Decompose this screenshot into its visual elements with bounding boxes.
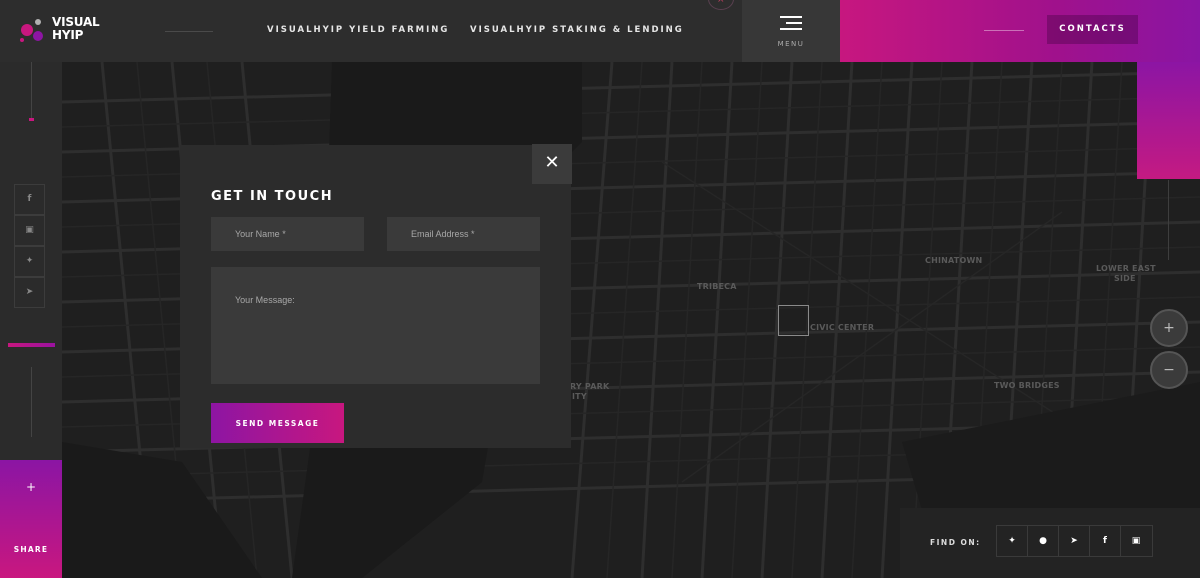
right-gradient-block xyxy=(1137,62,1200,179)
social-links: f ▣ ✦ ➤ xyxy=(14,184,45,308)
telegram-icon: ➤ xyxy=(25,287,34,297)
share-label: SHARE xyxy=(13,545,49,554)
hamburger-icon xyxy=(780,16,802,30)
header-gradient-divider xyxy=(984,30,1024,31)
send-message-button[interactable]: SEND MESSAGE xyxy=(211,403,344,443)
nav-yield-farming[interactable]: VISUALHYIP YIELD FARMING xyxy=(267,25,449,35)
logo[interactable]: VISUAL HYIP xyxy=(18,14,108,48)
modal-title: GET IN TOUCH xyxy=(211,189,334,204)
twitter-icon: ✦ xyxy=(1008,536,1016,546)
minus-icon: − xyxy=(1163,362,1175,378)
find-on-icons: ✦ ● ➤ f ▣ xyxy=(996,525,1153,557)
logo-text: VISUAL HYIP xyxy=(52,16,100,42)
top-close-button[interactable]: × xyxy=(708,0,734,10)
findon-facebook-link[interactable]: f xyxy=(1090,526,1121,556)
facebook-icon: f xyxy=(27,194,32,204)
contact-modal: ✕ GET IN TOUCH SEND MESSAGE xyxy=(180,144,572,448)
sidebar-twitter-link[interactable]: ✦ xyxy=(14,246,45,277)
vk-icon: ▣ xyxy=(25,225,34,235)
menu-button[interactable]: MENU xyxy=(742,0,840,62)
zoom-out-button[interactable]: − xyxy=(1150,351,1188,389)
telegram-icon: ➤ xyxy=(1070,536,1078,546)
map-marker[interactable] xyxy=(778,305,809,336)
plus-icon: + xyxy=(1163,320,1175,336)
share-button[interactable]: + SHARE xyxy=(0,460,62,578)
menu-label: MENU xyxy=(777,40,805,48)
header-gradient xyxy=(840,0,1200,62)
find-on-bar: FIND ON: ✦ ● ➤ f ▣ xyxy=(900,508,1200,578)
close-icon: × xyxy=(717,0,725,5)
map-label-ity: ITY xyxy=(572,392,587,401)
sidebar-telegram-link[interactable]: ➤ xyxy=(14,277,45,308)
sidebar-line-top xyxy=(31,62,32,120)
telegram-circle-icon: ● xyxy=(1039,536,1047,546)
nav-staking-lending[interactable]: VISUALHYIP STAKING & LENDING xyxy=(470,25,684,35)
contacts-button[interactable]: CONTACTS xyxy=(1047,15,1138,44)
sidebar-vk-link[interactable]: ▣ xyxy=(14,215,45,246)
findon-twitter-link[interactable]: ✦ xyxy=(997,526,1028,556)
map-label-civic-center: CIVIC CENTER xyxy=(810,323,875,332)
map-label-lower-east: LOWER EAST xyxy=(1096,264,1156,273)
map-label-chinatown: CHINATOWN xyxy=(925,256,983,265)
zoom-in-button[interactable]: + xyxy=(1150,309,1188,347)
sidebar-facebook-link[interactable]: f xyxy=(14,184,45,215)
right-divider xyxy=(1168,180,1169,260)
header: VISUAL HYIP VISUALHYIP YIELD FARMING VIS… xyxy=(0,0,1200,62)
header-divider xyxy=(165,31,213,32)
email-input[interactable] xyxy=(387,217,540,251)
findon-vk-link[interactable]: ▣ xyxy=(1121,526,1152,556)
facebook-circle-icon: f xyxy=(1103,536,1107,546)
sidebar-line-bottom xyxy=(31,367,32,437)
modal-close-button[interactable]: ✕ xyxy=(532,144,572,184)
sidebar-accent-bar xyxy=(8,343,55,347)
sidebar-indicator xyxy=(29,118,34,121)
map-label-tribeca: TRIBECA xyxy=(697,282,737,291)
twitter-icon: ✦ xyxy=(25,256,34,266)
findon-telegram-circle-link[interactable]: ● xyxy=(1028,526,1059,556)
findon-telegram-link[interactable]: ➤ xyxy=(1059,526,1090,556)
vk-icon: ▣ xyxy=(1131,536,1141,546)
map-label-two-bridges: TWO BRIDGES xyxy=(994,381,1060,390)
message-input[interactable] xyxy=(211,267,540,384)
logo-icon xyxy=(20,19,43,42)
logo-line2: HYIP xyxy=(52,28,84,42)
map-label-side: SIDE xyxy=(1114,274,1136,283)
find-on-label: FIND ON: xyxy=(930,538,981,547)
plus-icon: + xyxy=(25,480,37,494)
name-input[interactable] xyxy=(211,217,364,251)
left-sidebar: f ▣ ✦ ➤ + SHARE xyxy=(0,62,62,578)
map-label-ry-park: RY PARK xyxy=(570,382,610,391)
